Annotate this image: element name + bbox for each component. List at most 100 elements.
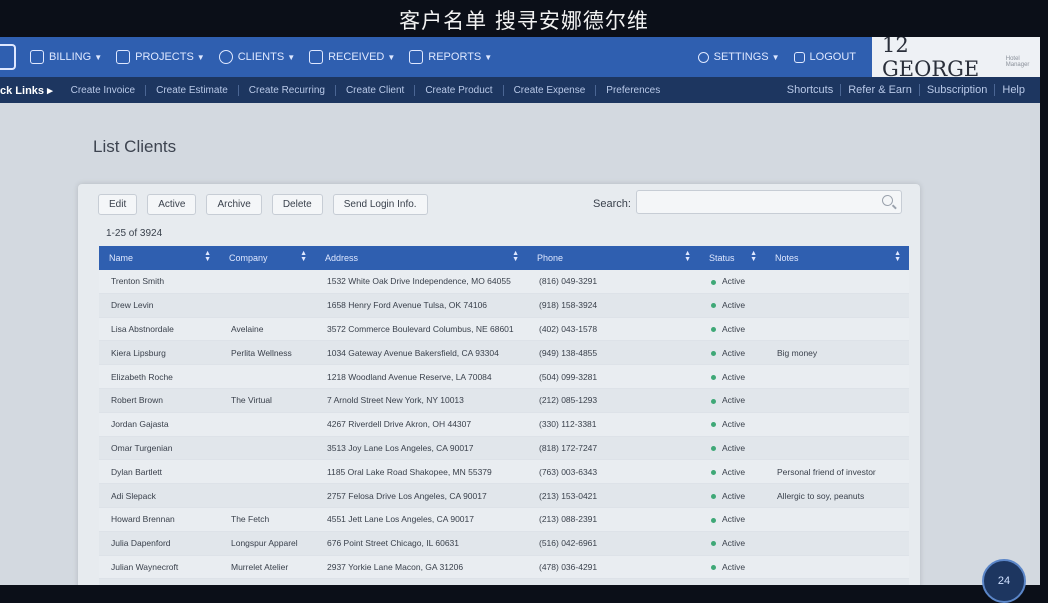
- delete-button[interactable]: Delete: [271, 194, 323, 215]
- chevron-down-icon: ▼: [287, 52, 296, 62]
- client-status: Active: [699, 459, 765, 485]
- client-name: Omar Turgenian: [99, 436, 219, 461]
- receipt-icon: [309, 50, 324, 64]
- client-notes: [765, 412, 909, 437]
- client-phone: (763) 003-6343: [527, 459, 699, 485]
- search-input[interactable]: [636, 190, 902, 214]
- sort-icon[interactable]: ▲ ▼: [750, 250, 757, 263]
- client-address: 1658 Henry Ford Avenue Tulsa, OK 74106: [315, 293, 527, 318]
- logout-icon: [793, 51, 805, 63]
- client-phone: (478) 036-4291: [527, 555, 699, 580]
- link-create-estimate[interactable]: Create Estimate: [146, 84, 239, 96]
- chevron-down-icon: ▼: [387, 52, 396, 62]
- client-address-text: 4551 Jett Lane Los Angeles, CA 90017: [327, 514, 474, 525]
- client-address: 7 Arnold Street New York, NY 10013: [315, 388, 527, 413]
- nav-reports-label: REPORTS: [428, 51, 482, 63]
- brand-subtitle: Hotel Manager: [1005, 56, 1030, 68]
- table-row[interactable]: Dylan Bartlett 1185 Oral Lake Road Shakop…: [99, 459, 909, 485]
- client-company: Perlita Wellness: [219, 340, 315, 366]
- client-notes: [765, 436, 909, 461]
- link-create-product[interactable]: Create Product: [415, 84, 504, 96]
- quick-links-title: ck Links ▸: [0, 84, 53, 97]
- table-row[interactable]: Trenton Smith 1532 White Oak Drive Indepe…: [99, 270, 909, 294]
- status-dot-icon: [711, 470, 716, 476]
- col-name[interactable]: Name ▲ ▼: [99, 246, 219, 270]
- client-name: Jordan Gajasta: [99, 412, 219, 437]
- client-phone-text: (949) 138-4855: [539, 347, 598, 358]
- table-row[interactable]: Omar Turgenian 3513 Joy Lane Los Angeles,…: [99, 436, 909, 461]
- client-address-text: 3513 Joy Lane Los Angeles, CA 90017: [327, 442, 474, 453]
- client-company: Murrelet Atelier: [219, 555, 315, 580]
- edit-button[interactable]: Edit: [98, 194, 138, 215]
- client-notes: [765, 507, 909, 532]
- client-phone-text: (504) 099-3281: [539, 371, 598, 382]
- table-row[interactable]: Lisa Abstnordale Avelaine 3572 Commerce Bo…: [99, 317, 909, 342]
- sort-icon[interactable]: ▲ ▼: [300, 250, 307, 263]
- archive-button[interactable]: Archive: [206, 194, 262, 215]
- client-name: Drew Levin: [99, 293, 219, 318]
- link-create-client[interactable]: Create Client: [336, 84, 416, 96]
- link-create-expense[interactable]: Create Expense: [504, 84, 597, 96]
- chat-badge[interactable]: 24: [982, 559, 1026, 603]
- client-company: Avelaine: [219, 317, 315, 342]
- nav-billing[interactable]: BILLING ▼: [30, 50, 102, 64]
- active-button[interactable]: Active: [147, 194, 197, 215]
- nav-projects-label: PROJECTS: [135, 51, 194, 63]
- link-create-recurring[interactable]: Create Recurring: [239, 84, 336, 96]
- table-row[interactable]: Adi Slepack 2757 Felosa Drive Los Angeles…: [99, 483, 909, 508]
- nav-clients[interactable]: CLIENTS ▼: [218, 50, 296, 64]
- table-row[interactable]: Julia Dapenford Longspur Apparel 676 Point…: [99, 531, 909, 556]
- col-company[interactable]: Company ▲ ▼: [219, 246, 315, 270]
- client-status-text: Active: [722, 490, 746, 501]
- sort-icon[interactable]: ▲ ▼: [204, 250, 211, 263]
- send-login-info-button[interactable]: Send Login Info.: [332, 194, 428, 215]
- col-notes[interactable]: Notes ▲ ▼: [765, 246, 909, 270]
- status-dot-icon: [711, 351, 716, 357]
- client-address: 1532 White Oak Drive Independence, MO 64…: [315, 270, 527, 294]
- client-name: Julia Dapenford: [99, 531, 219, 556]
- link-subscription[interactable]: Subscription: [918, 84, 995, 96]
- link-help[interactable]: Help: [994, 84, 1032, 96]
- client-phone: (213) 088-2391: [527, 507, 699, 532]
- link-shortcuts[interactable]: Shortcuts: [780, 84, 840, 96]
- table-row[interactable]: Elizabeth Roche 1218 Woodland Avenue Rese…: [99, 364, 909, 389]
- sort-icon[interactable]: ▲ ▼: [684, 250, 691, 263]
- client-notes: [765, 555, 909, 580]
- client-name: Adi Slepack: [99, 483, 219, 508]
- col-status[interactable]: Status ▲ ▼: [699, 246, 765, 270]
- client-status: Active: [699, 412, 765, 437]
- table-row[interactable]: Julian Waynecroft Murrelet Atelier 2937 Yo…: [99, 555, 909, 580]
- client-company: [219, 483, 315, 508]
- sort-icon[interactable]: ▲ ▼: [512, 250, 519, 263]
- link-preferences[interactable]: Preferences: [596, 85, 670, 96]
- client-address-text: 2757 Felosa Drive Los Angeles, CA 90017: [327, 490, 487, 501]
- nav-received[interactable]: RECEIVED ▼: [309, 50, 395, 64]
- col-address[interactable]: Address ▲ ▼: [315, 246, 527, 270]
- client-notes: Big money: [765, 340, 909, 366]
- client-name-text: Drew Levin: [111, 300, 154, 311]
- client-status-text: Active: [722, 276, 746, 287]
- sort-icon[interactable]: ▲ ▼: [894, 250, 901, 263]
- client-phone-text: (213) 153-0421: [539, 490, 598, 501]
- table-row[interactable]: Drew Levin 1658 Henry Ford Avenue Tulsa, …: [99, 293, 909, 318]
- search-icon[interactable]: [882, 195, 893, 206]
- nav-logout[interactable]: LOGOUT: [793, 51, 856, 63]
- table-row[interactable]: 837 Horner Street New York, NY 10013(212…: [99, 578, 909, 585]
- app-screen: BILLING ▼ PROJECTS ▼ CLIENTS ▼ RECEIVED ▼ RE…: [0, 37, 1040, 585]
- table-row[interactable]: Howard Brennan The Fetch 4551 Jett Lane Lo…: [99, 507, 909, 532]
- client-status-text: Active: [722, 347, 746, 358]
- table-row[interactable]: Robert Brown The Virtual 7 Arnold Street N…: [99, 388, 909, 413]
- client-address: 1034 Gateway Avenue Bakersfield, CA 9330…: [315, 340, 527, 366]
- table-row[interactable]: Kiera Lipsburg Perlita Wellness 1034 Gatew…: [99, 340, 909, 366]
- table-row[interactable]: Jordan Gajasta 4267 Riverdell Drive Akron…: [99, 412, 909, 437]
- nav-settings[interactable]: SETTINGS ▼: [697, 51, 780, 63]
- status-dot-icon: [711, 446, 716, 452]
- link-create-invoice[interactable]: Create Invoice: [61, 84, 147, 96]
- nav-projects[interactable]: PROJECTS ▼: [116, 50, 205, 64]
- link-refer-earn[interactable]: Refer & Earn: [840, 84, 919, 96]
- client-name: Kiera Lipsburg: [99, 340, 219, 366]
- client-status-text: Active: [722, 466, 746, 477]
- client-status-text: Active: [722, 371, 746, 382]
- nav-reports[interactable]: REPORTS ▼: [409, 50, 492, 64]
- col-phone[interactable]: Phone ▲ ▼: [527, 246, 699, 270]
